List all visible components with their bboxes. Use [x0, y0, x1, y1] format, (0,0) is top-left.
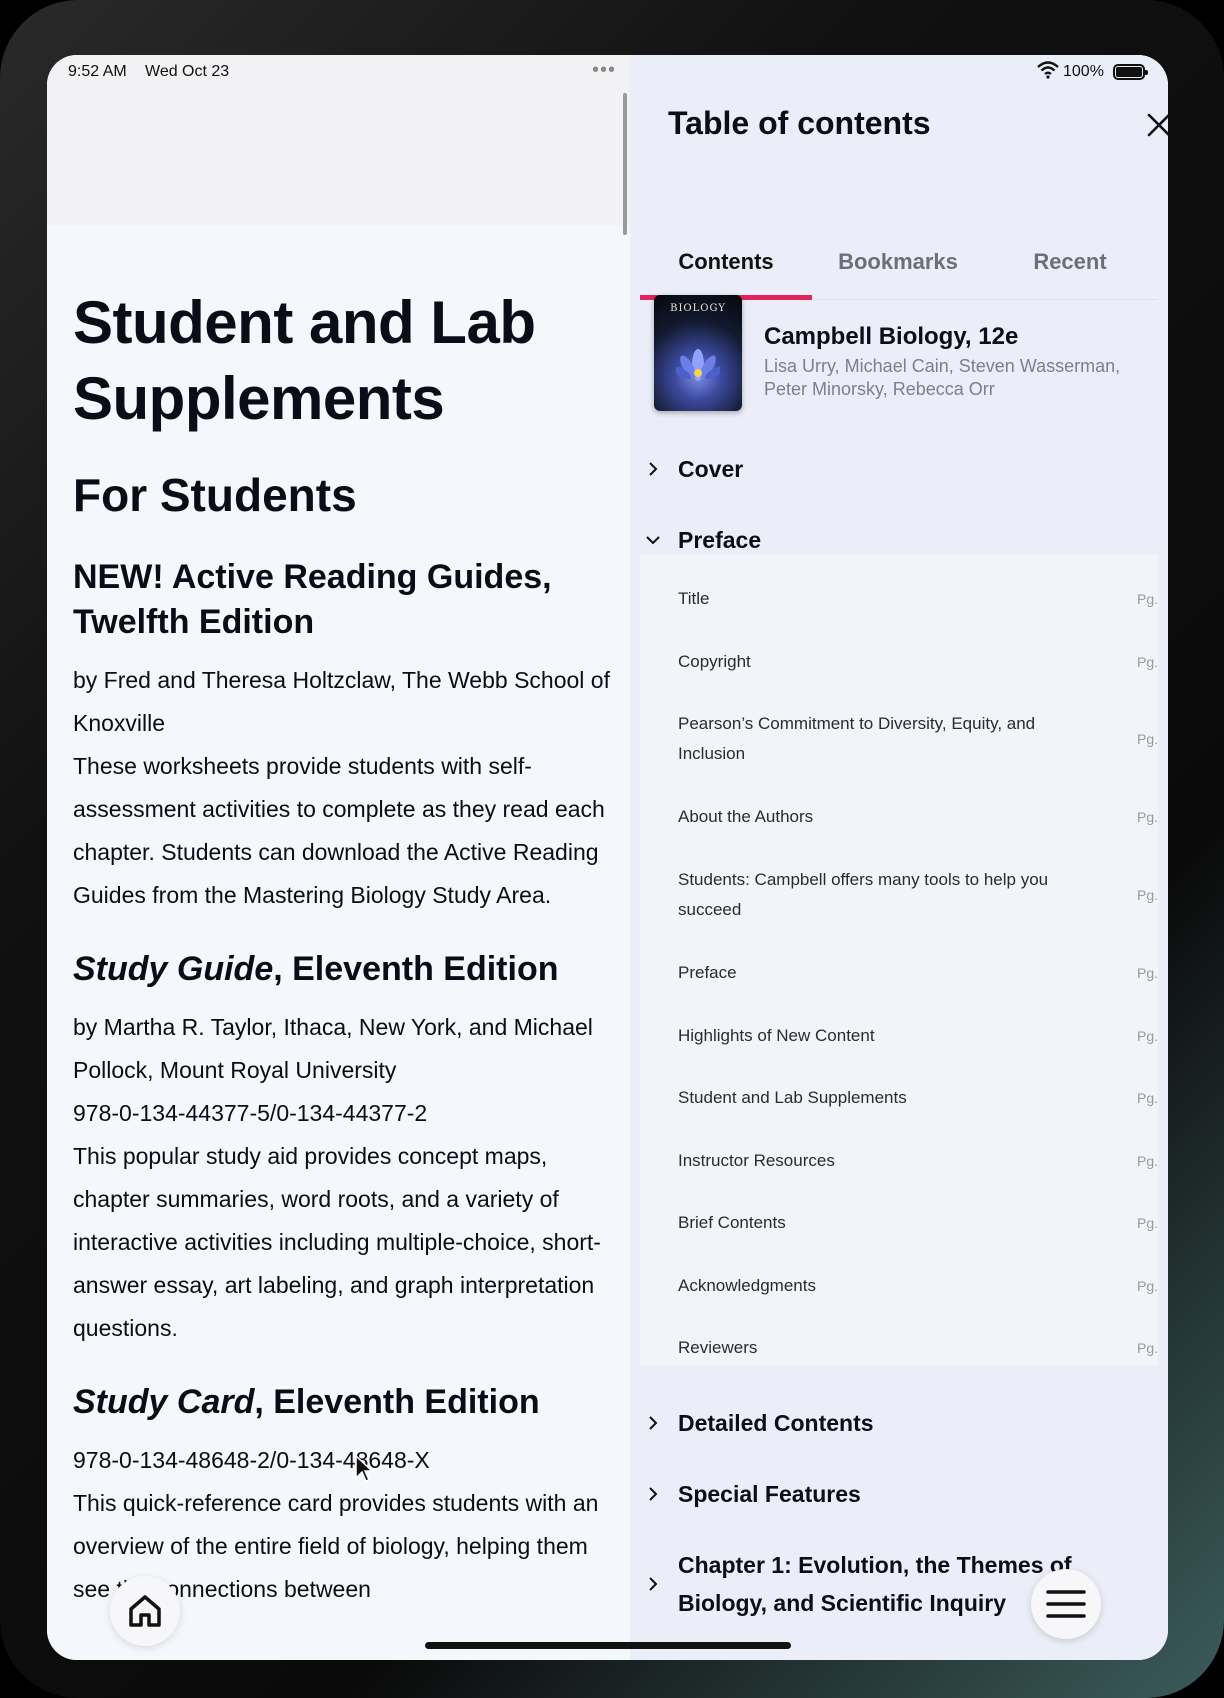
tab-bookmarks[interactable]: Bookmarks	[812, 185, 984, 298]
toc-tabs: Contents Bookmarks Recent	[640, 185, 1158, 300]
lotus-flower-icon	[676, 349, 720, 381]
toc-item-page: Pg.	[1136, 591, 1158, 607]
close-icon[interactable]	[1146, 112, 1168, 138]
entry-title: Study Card, Eleventh Edition	[73, 1380, 618, 1425]
battery-icon	[1113, 64, 1148, 80]
entry-isbn: 978-0-134-48648-2/0-134-48648-X	[73, 1447, 430, 1473]
toc-item-page: Pg.	[1136, 731, 1158, 747]
toc-item-page: Pg.	[1136, 654, 1158, 670]
battery-percent: 100%	[1063, 63, 1104, 80]
status-time: 9:52 AM	[68, 63, 127, 80]
menu-icon	[1046, 1590, 1086, 1618]
entry-title-italic: Study Guide	[73, 950, 274, 988]
toc-item-page: Pg.	[1136, 887, 1158, 903]
toc-item-label: Reviewers	[678, 1338, 758, 1357]
status-date: Wed Oct 23	[145, 63, 230, 80]
entry-title-lead: NEW! Active Reading Guides,	[73, 558, 552, 596]
reader-content: Student and Lab Supplements For Students…	[73, 285, 618, 1611]
toc-item-label: Students: Campbell offers many tools to …	[678, 870, 1049, 919]
book-cover: BIOLOGY	[654, 295, 742, 411]
ipad-screen: Student and Lab Supplements For Students…	[47, 55, 1168, 1660]
entry-body: These worksheets provide students with s…	[73, 753, 605, 908]
mouse-cursor-icon	[355, 1454, 374, 1482]
chevron-right-icon	[649, 462, 658, 476]
tab-recent[interactable]: Recent	[984, 185, 1156, 298]
toc-item-label: Student and Lab Supplements	[678, 1088, 907, 1107]
toc-item-page: Pg.	[1136, 965, 1158, 981]
entry-title-edition: Twelfth Edition	[73, 603, 315, 641]
toc-panel: Table of contents Contents Bookmarks Rec…	[630, 55, 1168, 1660]
entry-title: NEW! Active Reading Guides, Twelfth Edit…	[73, 555, 618, 645]
entry-body: This popular study aid provides concept …	[73, 1143, 601, 1341]
toc-section-label: Detailed Contents	[678, 1410, 874, 1436]
entry-byline: by Martha R. Taylor, Ithaca, New York, a…	[73, 1014, 593, 1083]
home-icon	[129, 1595, 161, 1627]
toc-item-label: Instructor Resources	[678, 1151, 835, 1170]
entry-title-italic: Study Card	[73, 1383, 255, 1421]
entry-title-edition: , Eleventh Edition	[273, 950, 559, 988]
entry-isbn: 978-0-134-44377-5/0-134-44377-2	[73, 1100, 428, 1126]
home-button[interactable]	[110, 1576, 180, 1646]
multitasking-dots-icon[interactable]: •••	[592, 59, 616, 82]
toc-item-label: Preface	[678, 963, 737, 982]
toc-item-page: Pg.	[1136, 1278, 1158, 1294]
reader-pane[interactable]: Student and Lab Supplements For Students…	[47, 55, 630, 1660]
toc-item-page: Pg.	[1136, 1090, 1158, 1106]
entry-byline: by Fred and Theresa Holtzclaw, The Webb …	[73, 667, 610, 736]
scroll-indicator[interactable]	[623, 93, 627, 235]
chevron-right-icon	[649, 1416, 658, 1430]
toc-item-page: Pg.	[1136, 1215, 1158, 1231]
preface-items-list: Title Pg. Copyright Pg. Pearson’s Commit…	[640, 555, 1158, 1365]
toc-item-label: About the Authors	[678, 807, 814, 826]
status-bar: 9:52 AM Wed Oct 23 ••• 100%	[47, 55, 1168, 91]
toc-item-page: Pg.	[1136, 809, 1158, 825]
toc-title: Table of contents	[668, 105, 931, 141]
toc-item[interactable]: Students: Campbell offers many tools to …	[678, 865, 1158, 925]
toc-item[interactable]: Pearson’s Commitment to Diversity, Equit…	[678, 709, 1158, 769]
tab-contents[interactable]: Contents	[640, 185, 812, 300]
toc-item-label: Acknowledgments	[678, 1276, 816, 1295]
home-indicator[interactable]	[425, 1642, 791, 1649]
entry-title-edition: , Eleventh Edition	[254, 1383, 540, 1421]
chevron-right-icon	[649, 1487, 658, 1501]
entry-title: Study Guide, Eleventh Edition	[73, 947, 618, 992]
menu-button[interactable]	[1031, 1569, 1101, 1639]
book-info: BIOLOGY Campbell Biology, 12e Lisa Urry,…	[650, 287, 1155, 417]
toc-item-page: Pg.	[1136, 1153, 1158, 1169]
toc-section-label: Preface	[678, 527, 762, 553]
chevron-right-icon	[649, 1577, 658, 1591]
book-title: Campbell Biology, 12e	[764, 323, 1019, 350]
toc-item-page: Pg.	[1136, 1028, 1158, 1044]
page-title: Student and Lab Supplements	[73, 289, 536, 432]
book-authors: Lisa Urry, Michael Cain, Steven Wasserma…	[764, 356, 1121, 399]
wifi-icon	[1037, 61, 1059, 79]
section-heading: For Students	[73, 469, 357, 521]
toc-section-label: Special Features	[678, 1481, 861, 1507]
toc-item-label: Brief Contents	[678, 1213, 786, 1232]
toc-item-page: Pg.	[1136, 1340, 1158, 1356]
toc-item-label: Title	[678, 589, 710, 608]
toc-item-label: Highlights of New Content	[678, 1026, 875, 1045]
toc-item-label: Copyright	[678, 652, 751, 671]
chevron-down-icon	[646, 536, 660, 545]
toc-section-label: Cover	[678, 456, 744, 482]
toc-item-label: Pearson’s Commitment to Diversity, Equit…	[678, 714, 1036, 763]
book-cover-title: BIOLOGY	[670, 303, 726, 314]
